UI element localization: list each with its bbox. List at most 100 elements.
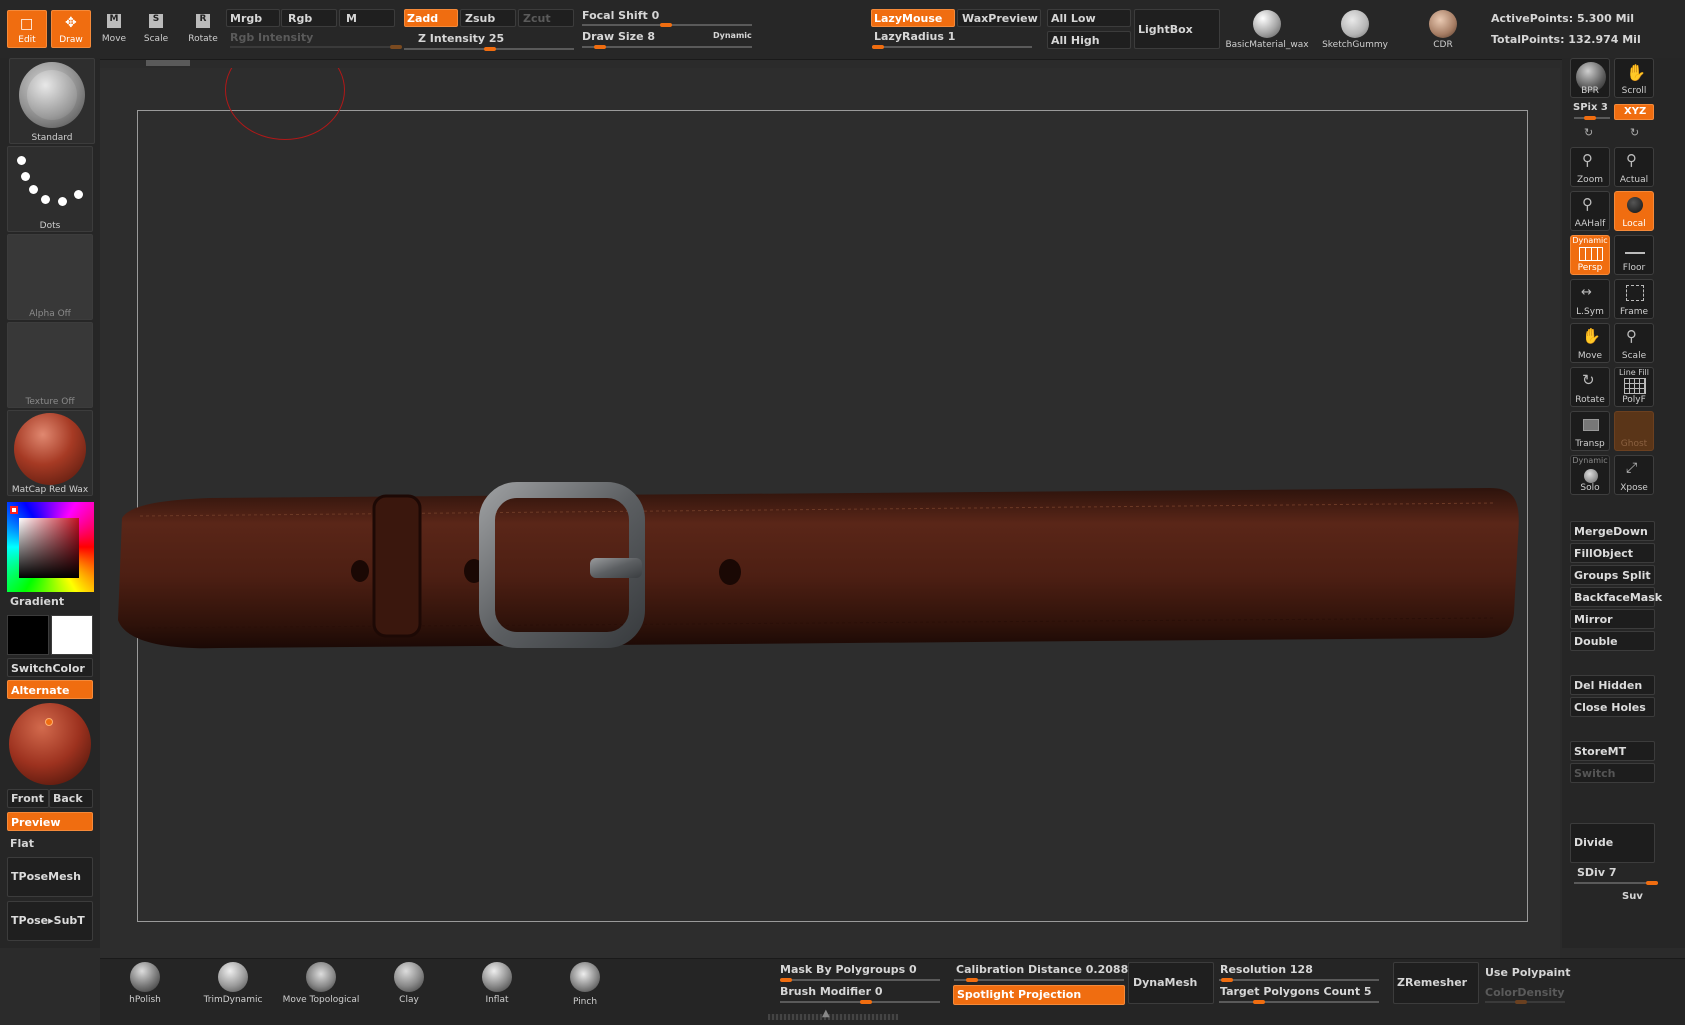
rgb-intensity-slider[interactable]: Rgb Intensity xyxy=(230,31,313,44)
bottom-tray-handle[interactable] xyxy=(768,1014,898,1020)
z-intensity-slider[interactable]: Z Intensity 25 xyxy=(418,32,504,45)
back-button[interactable]: Back xyxy=(49,789,93,808)
mrgb-button[interactable]: Mrgb xyxy=(226,9,280,27)
xpose-button[interactable]: ⤢ Xpose xyxy=(1614,455,1654,495)
scale-view-button[interactable]: ⚲ Scale xyxy=(1614,323,1654,363)
draw-size-slider[interactable]: Draw Size 8 xyxy=(582,30,655,43)
material-sketchgummy[interactable]: SketchGummy xyxy=(1310,8,1400,52)
spix-slider[interactable]: SPix 3 xyxy=(1573,102,1608,113)
rotate-view-button[interactable]: ↻ Rotate xyxy=(1570,367,1610,407)
calibration-distance-slider[interactable]: Calibration Distance 0.20882 xyxy=(956,963,1136,976)
close-holes-button[interactable]: Close Holes xyxy=(1570,697,1655,717)
switch-button[interactable]: Switch xyxy=(1570,763,1655,783)
sdiv-track[interactable] xyxy=(1574,881,1658,885)
suv-button[interactable]: Suv xyxy=(1622,891,1643,902)
switchcolor-button[interactable]: SwitchColor xyxy=(7,658,93,677)
material-basicmaterial-wax[interactable]: BasicMaterial_wax xyxy=(1222,8,1312,52)
z-intensity-track[interactable] xyxy=(404,47,574,51)
texture-picker[interactable]: Texture Off xyxy=(7,322,93,408)
lsym-button[interactable]: ↔ L.Sym xyxy=(1570,279,1610,319)
alpha-picker[interactable]: Alpha Off xyxy=(7,234,93,320)
move-mode-button[interactable]: M Move xyxy=(96,12,132,48)
brush-trimdynamic[interactable]: TrimDynamic xyxy=(190,962,276,1008)
tposemesh-button[interactable]: TPoseMesh xyxy=(7,857,93,897)
fillobject-button[interactable]: FillObject xyxy=(1570,543,1655,563)
mask-by-polygroups-track[interactable] xyxy=(780,978,940,982)
spotlight-projection-button[interactable]: Spotlight Projection xyxy=(953,985,1125,1005)
mirror-button[interactable]: Mirror xyxy=(1570,609,1655,629)
stroke-picker[interactable]: Dots xyxy=(7,146,93,232)
waxpreview-button[interactable]: WaxPreview xyxy=(957,9,1041,27)
resolution-track[interactable] xyxy=(1219,978,1379,982)
ghost-button[interactable]: Ghost xyxy=(1614,411,1654,451)
brush-modifier-slider[interactable]: Brush Modifier 0 xyxy=(780,985,883,998)
sdiv-slider[interactable]: SDiv 7 xyxy=(1577,866,1616,879)
preview-button[interactable]: Preview xyxy=(7,812,93,831)
mergedown-button[interactable]: MergeDown xyxy=(1570,521,1655,541)
transp-button[interactable]: Transp xyxy=(1570,411,1610,451)
rgb-intensity-track[interactable] xyxy=(230,45,402,49)
material-preview-sphere[interactable] xyxy=(9,703,91,785)
dynamesh-button[interactable]: DynaMesh xyxy=(1128,962,1214,1004)
tray-expand-icon[interactable]: ▲ xyxy=(822,1008,830,1019)
draw-button[interactable]: ✥ Draw xyxy=(51,10,91,48)
focal-shift-slider[interactable]: Focal Shift 0 xyxy=(582,9,659,22)
brush-move-topological[interactable]: Move Topological xyxy=(278,962,364,1008)
color-saturation-square[interactable] xyxy=(19,518,79,578)
local-button[interactable]: Local xyxy=(1614,191,1654,231)
alternate-button[interactable]: Alternate xyxy=(7,680,93,699)
spix-track[interactable] xyxy=(1574,116,1610,120)
storemt-button[interactable]: StoreMT xyxy=(1570,741,1655,761)
lightbox-button[interactable]: LightBox xyxy=(1134,9,1220,49)
zsub-button[interactable]: Zsub xyxy=(460,9,516,27)
calibration-distance-track[interactable] xyxy=(954,978,1124,982)
double-button[interactable]: Double xyxy=(1570,631,1655,651)
scroll-button[interactable]: ✋ Scroll xyxy=(1614,58,1654,98)
rotate-y-icon[interactable]: ↻ xyxy=(1584,126,1593,139)
front-button[interactable]: Front xyxy=(7,789,49,808)
material-picker[interactable]: MatCap Red Wax xyxy=(7,410,93,496)
shelf-scrollbar[interactable] xyxy=(146,60,190,66)
divide-button[interactable]: Divide xyxy=(1570,823,1655,863)
actual-button[interactable]: ⚲ Actual xyxy=(1614,147,1654,187)
draw-size-track[interactable] xyxy=(582,45,752,49)
edit-button[interactable]: □ Edit xyxy=(7,10,47,48)
use-polypaint-toggle[interactable]: Use Polypaint xyxy=(1485,966,1571,979)
polyf-button[interactable]: Line Fill PolyF xyxy=(1614,367,1654,407)
flat-toggle[interactable]: Flat xyxy=(10,837,34,850)
rgb-button[interactable]: Rgb xyxy=(281,9,337,27)
brush-inflat[interactable]: Inflat xyxy=(454,962,540,1008)
m-button[interactable]: M xyxy=(339,9,395,27)
lazyradius-slider[interactable]: LazyRadius 1 xyxy=(874,30,955,43)
move-view-button[interactable]: ✋ Move xyxy=(1570,323,1610,363)
scale-mode-button[interactable]: S Scale xyxy=(138,12,174,48)
colordensity-track[interactable] xyxy=(1485,1000,1565,1004)
mask-by-polygroups-slider[interactable]: Mask By Polygroups 0 xyxy=(780,963,917,976)
secondary-color-swatch[interactable] xyxy=(7,615,49,655)
lazymouse-button[interactable]: LazyMouse xyxy=(871,9,955,27)
solo-button[interactable]: Dynamic Solo xyxy=(1570,455,1610,495)
persp-button[interactable]: Dynamic Persp xyxy=(1570,235,1610,275)
focal-shift-track[interactable] xyxy=(582,23,752,27)
target-polygons-count-track[interactable] xyxy=(1219,1000,1379,1004)
floor-button[interactable]: Floor xyxy=(1614,235,1654,275)
belt-model[interactable] xyxy=(100,68,1560,958)
all-low-button[interactable]: All Low xyxy=(1047,9,1131,27)
material-cdr[interactable]: CDR xyxy=(1398,8,1488,52)
xyz-button[interactable]: XYZ xyxy=(1614,104,1654,120)
bpr-button[interactable]: BPR xyxy=(1570,58,1610,98)
brush-modifier-track[interactable] xyxy=(780,1000,940,1004)
resolution-slider[interactable]: Resolution 128 xyxy=(1220,963,1313,976)
brush-hpolish[interactable]: hPolish xyxy=(102,962,188,1008)
brush-picker[interactable]: Standard xyxy=(9,58,95,144)
target-polygons-count-slider[interactable]: Target Polygons Count 5 xyxy=(1220,985,1372,998)
brush-pinch[interactable]: Pinch xyxy=(542,962,628,1008)
tposesubt-button[interactable]: TPose▸SubT xyxy=(7,901,93,941)
light-source-icon[interactable] xyxy=(45,718,53,726)
all-high-button[interactable]: All High xyxy=(1047,31,1131,49)
del-hidden-button[interactable]: Del Hidden xyxy=(1570,675,1655,695)
brush-clay[interactable]: Clay xyxy=(366,962,452,1008)
colordensity-slider[interactable]: ColorDensity xyxy=(1485,986,1565,999)
color-picker[interactable] xyxy=(7,502,94,592)
zoom-button[interactable]: ⚲ Zoom xyxy=(1570,147,1610,187)
